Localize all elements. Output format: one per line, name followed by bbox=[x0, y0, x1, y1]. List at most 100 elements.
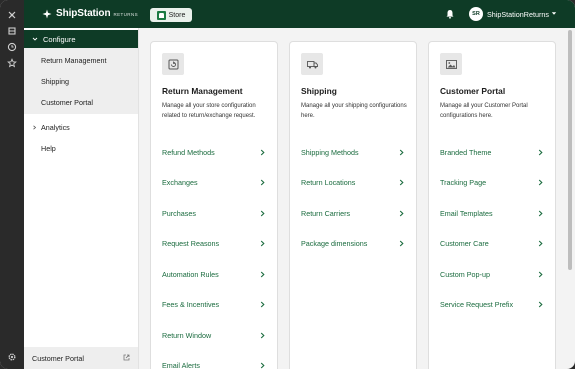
link-purchases[interactable]: Purchases bbox=[162, 207, 265, 219]
card-title: Customer Portal bbox=[440, 86, 506, 96]
chevron-right-icon bbox=[538, 240, 543, 246]
return-settings-icon bbox=[162, 53, 184, 75]
link-request-reasons[interactable]: Request Reasons bbox=[162, 237, 265, 249]
chevron-down-icon bbox=[32, 37, 38, 41]
link-label: Automation Rules bbox=[162, 269, 219, 279]
clock-icon[interactable] bbox=[6, 41, 18, 53]
chevron-right-icon bbox=[260, 179, 265, 185]
link-email-templates[interactable]: Email Templates bbox=[440, 207, 543, 219]
sidebar-item-return-management[interactable]: Return Management bbox=[41, 56, 107, 65]
avatar[interactable]: SR bbox=[469, 7, 483, 21]
sidebar-item-label: Configure bbox=[43, 34, 76, 44]
sidebar-footer-customer-portal[interactable]: Customer Portal bbox=[24, 347, 138, 369]
card-description: Manage all your store configuration rela… bbox=[162, 103, 256, 119]
link-label: Tracking Page bbox=[440, 177, 487, 187]
chevron-right-icon bbox=[260, 301, 265, 307]
link-service-request-prefix[interactable]: Service Request Prefix bbox=[440, 298, 543, 310]
account-name[interactable]: ShipStationReturns bbox=[487, 10, 549, 19]
chevron-right-icon bbox=[33, 124, 37, 130]
link-label: Return Locations bbox=[301, 177, 356, 187]
configure-submenu: Return Management Shipping Customer Port… bbox=[24, 48, 138, 114]
chevron-right-icon bbox=[399, 149, 404, 155]
truck-icon bbox=[301, 53, 323, 75]
sidebar-item-shipping[interactable]: Shipping bbox=[41, 77, 69, 86]
app-window: ShipStation RETURNS Store SR ShipStation… bbox=[0, 0, 575, 369]
link-fees-incentives[interactable]: Fees & Incentives bbox=[162, 298, 265, 310]
chevron-right-icon bbox=[538, 271, 543, 277]
card-title: Return Management bbox=[162, 86, 243, 96]
link-label: Fees & Incentives bbox=[162, 299, 220, 309]
link-label: Refund Methods bbox=[162, 147, 215, 157]
card-title: Shipping bbox=[301, 86, 337, 96]
card-return-management: Return Management Manage all your store … bbox=[150, 41, 278, 369]
chevron-right-icon bbox=[260, 271, 265, 277]
link-label: Email Templates bbox=[440, 208, 493, 218]
brand-logo[interactable]: ShipStation RETURNS bbox=[42, 8, 138, 19]
card-description: Manage all your Customer Portal configur… bbox=[440, 103, 528, 119]
sidebar: Configure Return Management Shipping Cus… bbox=[24, 28, 139, 369]
link-label: Email Alerts bbox=[162, 360, 200, 369]
link-label: Return Carriers bbox=[301, 208, 351, 218]
link-label: Branded Theme bbox=[440, 147, 492, 157]
card-shipping: Shipping Manage all your shipping config… bbox=[289, 41, 417, 369]
portal-image-icon bbox=[440, 53, 462, 75]
sidebar-item-label: Analytics bbox=[41, 122, 70, 132]
tools-icon[interactable] bbox=[6, 9, 18, 21]
link-label: Package dimensions bbox=[301, 238, 368, 248]
star-icon[interactable] bbox=[6, 57, 18, 69]
sidebar-item-label: Help bbox=[41, 143, 56, 153]
link-label: Shipping Methods bbox=[301, 147, 359, 157]
vertical-scrollbar[interactable] bbox=[568, 30, 572, 270]
chevron-right-icon bbox=[538, 149, 543, 155]
link-refund-methods[interactable]: Refund Methods bbox=[162, 146, 265, 158]
card-description: Manage all your shipping configurations … bbox=[301, 103, 407, 119]
chevron-right-icon bbox=[399, 179, 404, 185]
notification-bell-icon[interactable] bbox=[445, 9, 455, 19]
link-return-carriers[interactable]: Return Carriers bbox=[301, 207, 404, 219]
link-customer-care[interactable]: Customer Care bbox=[440, 237, 543, 249]
link-package-dimensions[interactable]: Package dimensions bbox=[301, 237, 404, 249]
chevron-down-icon[interactable] bbox=[551, 11, 557, 16]
sidebar-footer-label: Customer Portal bbox=[32, 353, 84, 363]
link-label: Return Window bbox=[162, 330, 212, 340]
link-return-window[interactable]: Return Window bbox=[162, 329, 265, 341]
link-label: Exchanges bbox=[162, 177, 198, 187]
brand-suffix: RETURNS bbox=[113, 12, 139, 17]
link-label: Purchases bbox=[162, 208, 196, 218]
chevron-right-icon bbox=[260, 240, 265, 246]
link-label: Request Reasons bbox=[162, 238, 220, 248]
brand-name: ShipStation bbox=[56, 8, 111, 19]
settings-gear-icon[interactable] bbox=[6, 351, 18, 363]
link-return-locations[interactable]: Return Locations bbox=[301, 176, 404, 188]
link-shipping-methods[interactable]: Shipping Methods bbox=[301, 146, 404, 158]
store-button[interactable]: Store bbox=[150, 8, 192, 22]
sidebar-item-configure[interactable]: Configure bbox=[24, 30, 138, 48]
chevron-right-icon bbox=[538, 301, 543, 307]
external-link-icon bbox=[123, 354, 130, 361]
sidebar-item-analytics[interactable]: Analytics bbox=[24, 119, 138, 135]
chevron-right-icon bbox=[399, 210, 404, 216]
sidebar-item-help[interactable]: Help bbox=[24, 140, 138, 156]
store-icon bbox=[156, 10, 166, 20]
link-exchanges[interactable]: Exchanges bbox=[162, 176, 265, 188]
chevron-right-icon bbox=[260, 332, 265, 338]
link-automation-rules[interactable]: Automation Rules bbox=[162, 268, 265, 280]
link-custom-pop-up[interactable]: Custom Pop-up bbox=[440, 268, 543, 280]
link-label: Custom Pop-up bbox=[440, 269, 490, 279]
link-label: Service Request Prefix bbox=[440, 299, 514, 309]
link-tracking-page[interactable]: Tracking Page bbox=[440, 176, 543, 188]
sidebar-item-customer-portal[interactable]: Customer Portal bbox=[41, 98, 93, 107]
chevron-right-icon bbox=[399, 240, 404, 246]
chevron-right-icon bbox=[538, 179, 543, 185]
chevron-right-icon bbox=[538, 210, 543, 216]
chevron-right-icon bbox=[260, 210, 265, 216]
icon-rail bbox=[0, 0, 24, 369]
link-email-alerts[interactable]: Email Alerts bbox=[162, 359, 265, 369]
shipstation-logo-icon bbox=[42, 9, 52, 18]
link-branded-theme[interactable]: Branded Theme bbox=[440, 146, 543, 158]
package-icon[interactable] bbox=[6, 25, 18, 37]
chevron-right-icon bbox=[260, 149, 265, 155]
store-button-label: Store bbox=[168, 11, 186, 19]
top-bar: ShipStation RETURNS Store SR ShipStation… bbox=[24, 0, 575, 28]
link-label: Customer Care bbox=[440, 238, 489, 248]
